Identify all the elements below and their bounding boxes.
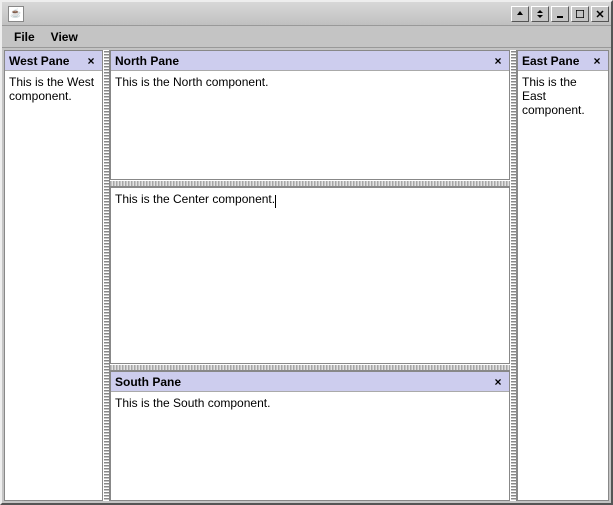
south-pane-body: This is the South component. xyxy=(111,392,509,500)
north-pane-header[interactable]: North Pane × xyxy=(111,51,509,71)
west-column: West Pane × This is the West component. xyxy=(4,50,103,501)
titlebar-button-a[interactable] xyxy=(511,6,529,22)
titlebar[interactable]: ☕ xyxy=(2,2,611,26)
north-pane: North Pane × This is the North component… xyxy=(110,50,510,180)
menubar: File View xyxy=(2,26,611,48)
content-area: West Pane × This is the West component. … xyxy=(2,48,611,503)
close-icon[interactable]: × xyxy=(590,54,604,68)
splitter-west[interactable] xyxy=(103,50,110,501)
west-pane: West Pane × This is the West component. xyxy=(4,50,103,501)
center-pane[interactable]: This is the Center component. xyxy=(110,187,510,364)
close-icon[interactable]: × xyxy=(491,54,505,68)
south-pane-title: South Pane xyxy=(115,375,491,389)
center-column: North Pane × This is the North component… xyxy=(110,50,510,501)
north-pane-title: North Pane xyxy=(115,54,491,68)
west-pane-body: This is the West component. xyxy=(5,71,102,500)
minimize-button[interactable] xyxy=(551,6,569,22)
east-pane-title: East Pane xyxy=(522,54,590,68)
splitter-south[interactable] xyxy=(110,364,510,371)
west-pane-header[interactable]: West Pane × xyxy=(5,51,102,71)
app-window: ☕ File View West Pane × xyxy=(0,0,613,505)
maximize-button[interactable] xyxy=(571,6,589,22)
east-pane: East Pane × This is the East component. xyxy=(517,50,609,501)
south-pane: South Pane × This is the South component… xyxy=(110,371,510,501)
east-pane-header[interactable]: East Pane × xyxy=(518,51,608,71)
west-pane-title: West Pane xyxy=(9,54,84,68)
center-text-content: This is the Center component. xyxy=(115,192,275,206)
text-caret xyxy=(275,195,276,208)
titlebar-button-b[interactable] xyxy=(531,6,549,22)
north-pane-body: This is the North component. xyxy=(111,71,509,179)
menu-view[interactable]: View xyxy=(43,27,86,47)
east-pane-body: This is the East component. xyxy=(518,71,608,500)
app-icon: ☕ xyxy=(8,6,24,22)
splitter-north[interactable] xyxy=(110,180,510,187)
close-icon[interactable]: × xyxy=(84,54,98,68)
south-pane-header[interactable]: South Pane × xyxy=(111,372,509,392)
close-button[interactable] xyxy=(591,6,609,22)
close-icon[interactable]: × xyxy=(491,375,505,389)
east-column: East Pane × This is the East component. xyxy=(517,50,609,501)
splitter-east[interactable] xyxy=(510,50,517,501)
menu-file[interactable]: File xyxy=(6,27,43,47)
